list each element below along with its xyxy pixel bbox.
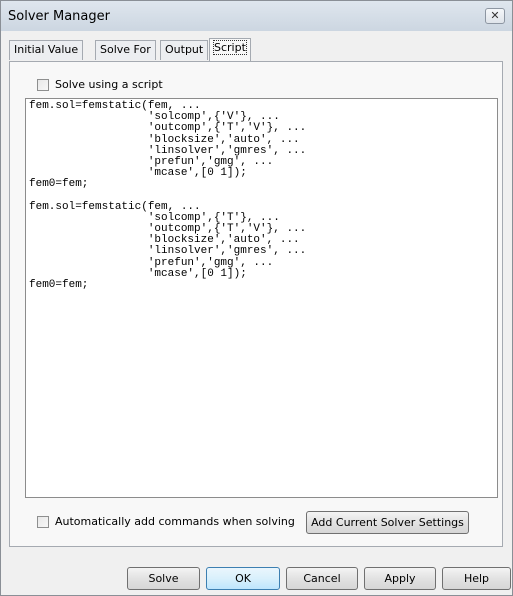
tab-script[interactable]: Script	[209, 38, 251, 61]
script-text: fem.sol=femstatic(fem, ... 'solcomp',{'V…	[27, 100, 307, 291]
tab-solve-for[interactable]: Solve For	[95, 40, 156, 60]
solve-button[interactable]: Solve	[127, 567, 200, 590]
auto-add-commands-label: Automatically add commands when solving	[55, 515, 295, 528]
tab-label: Solve For	[100, 43, 151, 56]
tab-initial-value[interactable]: Initial Value	[9, 40, 84, 60]
auto-add-commands-option[interactable]: Automatically add commands when solving	[37, 515, 295, 528]
tab-output[interactable]: Output	[160, 40, 209, 60]
script-line: fem0=fem;	[29, 178, 89, 191]
auto-add-commands-checkbox[interactable]	[37, 515, 49, 528]
cancel-button[interactable]: Cancel	[286, 567, 358, 590]
tab-label: Script	[213, 40, 247, 55]
title-bar[interactable]: Solver Manager ✕	[1, 1, 512, 31]
ok-button[interactable]: OK	[206, 567, 280, 590]
solve-using-script-option[interactable]: Solve using a script	[37, 78, 163, 91]
script-editor[interactable]: fem.sol=femstatic(fem, ... 'solcomp',{'V…	[25, 98, 498, 498]
close-icon[interactable]: ✕	[485, 8, 505, 24]
window-title: Solver Manager	[8, 9, 110, 24]
script-line: 'linsolver','gmres', ...	[29, 245, 307, 258]
script-line	[27, 191, 306, 202]
solve-using-script-label: Solve using a script	[55, 78, 163, 91]
script-line: fem0=fem;	[29, 279, 89, 291]
solver-manager-dialog: Solver Manager ✕ Initial Value Solve For…	[0, 0, 513, 596]
tab-label: Initial Value	[14, 43, 79, 56]
script-line: 'outcomp',{'T','V'}, ...	[29, 122, 307, 135]
add-current-solver-settings-button[interactable]: Add Current Solver Settings	[306, 511, 469, 534]
solve-using-script-checkbox[interactable]	[37, 78, 49, 91]
apply-button[interactable]: Apply	[364, 567, 436, 590]
help-button[interactable]: Help	[442, 567, 511, 590]
tab-label: Output	[165, 43, 204, 56]
